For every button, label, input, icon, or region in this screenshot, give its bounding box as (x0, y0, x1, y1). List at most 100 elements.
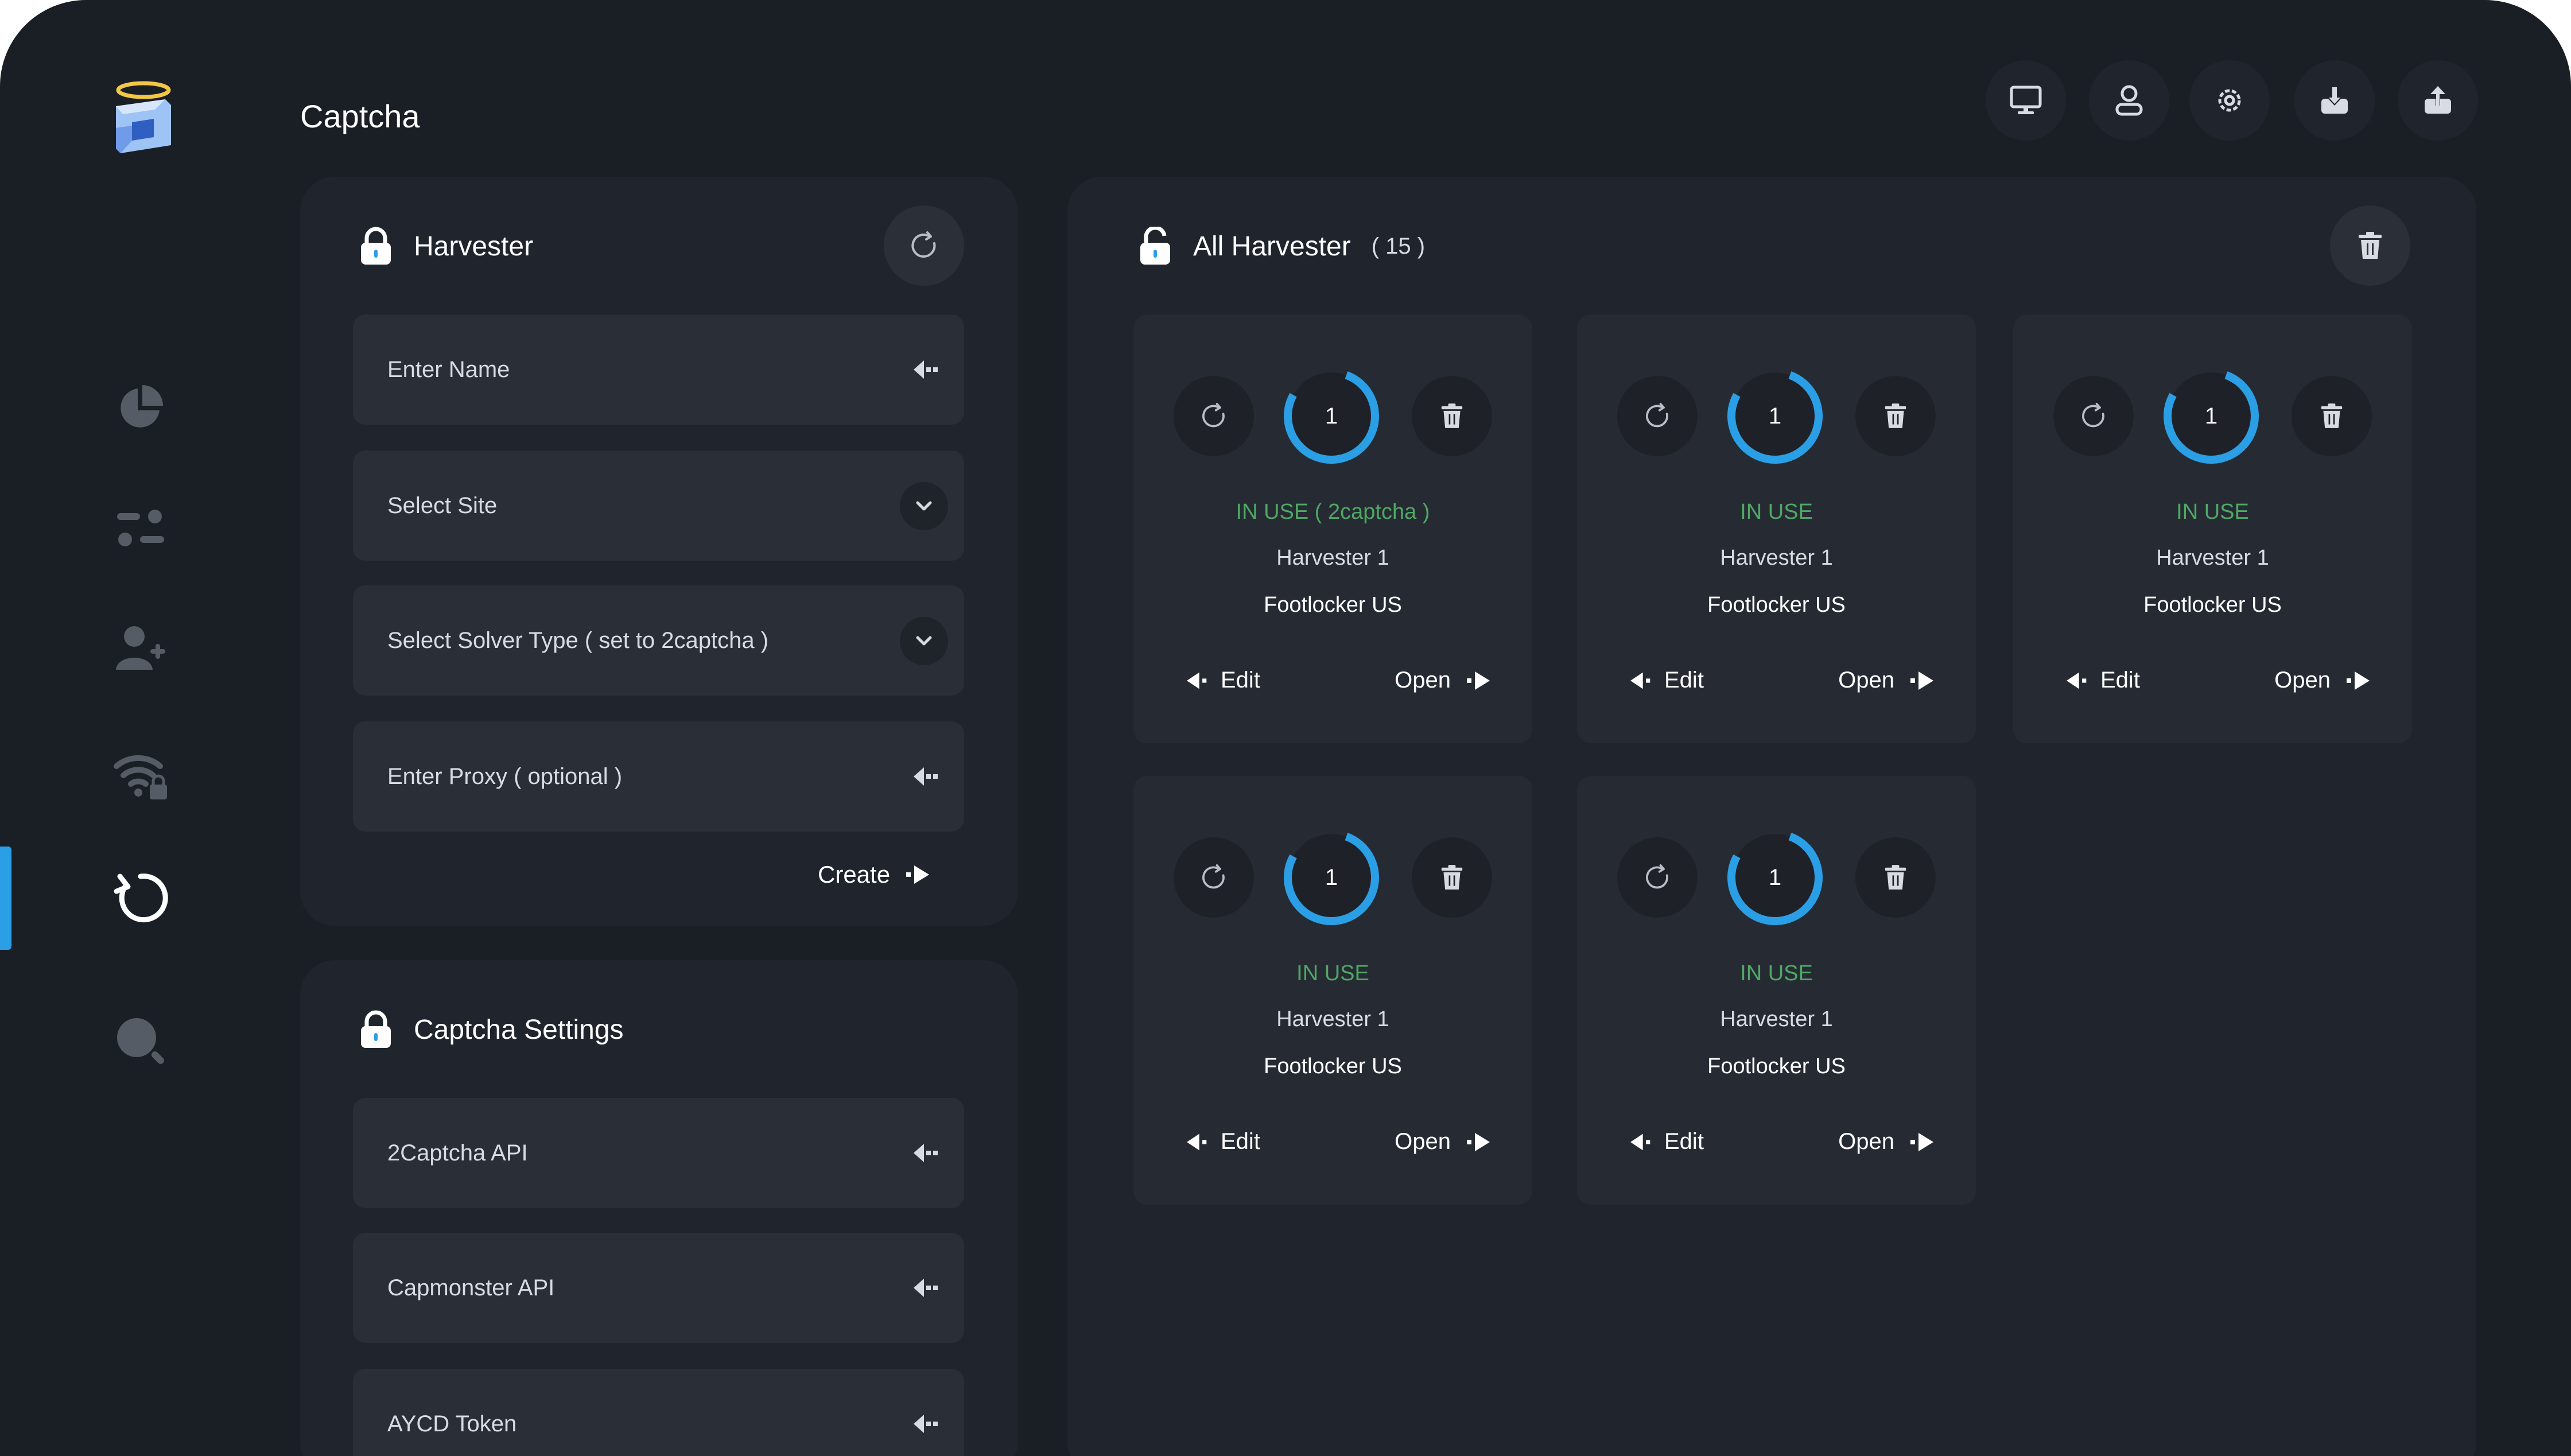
export-button[interactable] (2398, 60, 2478, 141)
settings-button[interactable] (2189, 60, 2270, 141)
open-button[interactable]: Open (1395, 1129, 1492, 1155)
edit-label: Edit (1221, 1129, 1260, 1154)
harvester-card: 1 IN USE Harvester 1 Footlocker US Edit … (1577, 315, 1976, 743)
create-button[interactable]: Create (818, 861, 931, 888)
sidebar-item-proxies[interactable] (109, 743, 172, 806)
edit-label: Edit (2100, 667, 2140, 693)
status-badge: IN USE (1740, 961, 1813, 985)
harvester-name: Harvester 1 (1276, 1007, 1389, 1031)
sidebar-item-search[interactable] (109, 1010, 172, 1073)
open-button[interactable]: Open (1395, 667, 1492, 693)
harvester-card: 1 IN USE ( 2captcha ) Harvester 1 Footlo… (1133, 315, 1532, 743)
solve-count: 1 (1768, 865, 1782, 890)
harvester-card: 1 IN USE Harvester 1 Footlocker US Edit … (1133, 776, 1532, 1205)
sidebar-item-tasks[interactable] (109, 496, 172, 560)
captcha-settings-title: Captcha Settings (414, 1014, 624, 1045)
card-refresh-button[interactable] (1174, 837, 1254, 918)
harvester-name: Harvester 1 (2156, 546, 2269, 570)
refresh-icon (114, 873, 168, 923)
user-icon (2115, 85, 2143, 116)
upload-icon (2425, 86, 2451, 114)
solver-dropdown-button[interactable] (900, 617, 948, 665)
twocaptcha-api-input[interactable] (387, 1098, 875, 1208)
open-label: Open (1395, 1129, 1451, 1154)
harvester-site: Footlocker US (1707, 1054, 1846, 1078)
card-refresh-button[interactable] (1174, 376, 1254, 456)
open-button[interactable]: Open (1838, 667, 1936, 693)
input-arrow-icon (914, 767, 938, 786)
sidebar-item-captcha[interactable] (109, 867, 172, 930)
card-delete-button[interactable] (2292, 376, 2372, 456)
harvester-card: 1 IN USE Harvester 1 Footlocker US Edit … (1577, 776, 1976, 1205)
aycd-token-field[interactable] (353, 1369, 964, 1456)
status-badge: IN USE ( 2captcha ) (1236, 500, 1430, 524)
edit-button[interactable]: Edit (1629, 667, 1704, 693)
arrow-left-icon (1187, 1133, 1207, 1150)
site-dropdown-button[interactable] (900, 482, 948, 530)
harvester-card: 1 IN USE Harvester 1 Footlocker US Edit … (2013, 315, 2412, 743)
capmonster-api-input[interactable] (387, 1233, 875, 1343)
site-select-value: Select Site (387, 493, 498, 518)
delete-all-button[interactable] (2330, 205, 2410, 286)
proxy-field[interactable] (353, 721, 964, 832)
add-user-icon (116, 626, 165, 670)
harvester-refresh-button[interactable] (884, 205, 964, 286)
capmonster-api-field[interactable] (353, 1233, 964, 1343)
harvester-site: Footlocker US (1264, 593, 1402, 617)
solve-count: 1 (1325, 403, 1338, 429)
proxy-input[interactable] (387, 721, 875, 832)
harvester-name: Harvester 1 (1720, 1007, 1833, 1031)
arrow-left-icon (1630, 672, 1650, 689)
trash-icon (1885, 865, 1906, 890)
edit-label: Edit (1664, 667, 1704, 693)
logo-icon (109, 77, 178, 158)
solver-type-select[interactable]: Select Solver Type ( set to 2captcha ) (353, 585, 964, 696)
solve-count: 1 (1768, 403, 1782, 429)
open-button[interactable]: Open (1838, 1129, 1936, 1155)
open-label: Open (1838, 1129, 1894, 1154)
refresh-icon (2082, 402, 2104, 428)
card-delete-button[interactable] (1855, 376, 1936, 456)
edit-button[interactable]: Edit (1629, 1129, 1704, 1155)
sidebar-item-dashboard[interactable] (109, 376, 172, 439)
site-select[interactable]: Select Site (353, 451, 964, 561)
harvester-site: Footlocker US (1707, 593, 1846, 617)
twocaptcha-api-field[interactable] (353, 1098, 964, 1208)
card-delete-button[interactable] (1855, 837, 1936, 918)
card-refresh-button[interactable] (1617, 376, 1698, 456)
solve-count: 1 (1325, 865, 1338, 890)
trash-icon (2321, 403, 2343, 428)
harvester-header: Harvester (359, 227, 533, 266)
refresh-icon (1646, 864, 1668, 889)
name-field[interactable] (353, 315, 964, 425)
sliders-icon (117, 510, 164, 546)
monitor-button[interactable] (1986, 60, 2066, 141)
solver-select-value: Select Solver Type ( set to 2captcha ) (387, 628, 769, 653)
account-button[interactable] (2089, 60, 2169, 141)
trash-icon (1441, 865, 1463, 890)
input-arrow-icon (914, 360, 938, 379)
name-input[interactable] (387, 315, 875, 425)
page-title: Captcha (300, 98, 420, 134)
harvester-name: Harvester 1 (1276, 546, 1389, 570)
refresh-icon (1646, 402, 1668, 428)
chevron-down-icon (916, 636, 932, 646)
edit-button[interactable]: Edit (1185, 667, 1260, 693)
harvester-site: Footlocker US (2143, 593, 2282, 617)
edit-button[interactable]: Edit (2065, 667, 2140, 693)
arrow-right-icon (1467, 1132, 1490, 1151)
refresh-icon (911, 231, 936, 258)
open-button[interactable]: Open (2274, 667, 2372, 693)
import-button[interactable] (2294, 60, 2375, 141)
edit-button[interactable]: Edit (1185, 1129, 1260, 1155)
card-refresh-button[interactable] (2053, 376, 2134, 456)
lock-icon (361, 1010, 391, 1048)
arrow-right-icon (2347, 671, 2370, 690)
card-delete-button[interactable] (1412, 837, 1492, 918)
aycd-token-input[interactable] (387, 1369, 875, 1456)
card-refresh-button[interactable] (1617, 837, 1698, 918)
card-delete-button[interactable] (1412, 376, 1492, 456)
sidebar-item-profiles[interactable] (109, 617, 172, 680)
arrow-left-icon (1187, 672, 1207, 689)
pie-chart-icon (121, 385, 163, 428)
